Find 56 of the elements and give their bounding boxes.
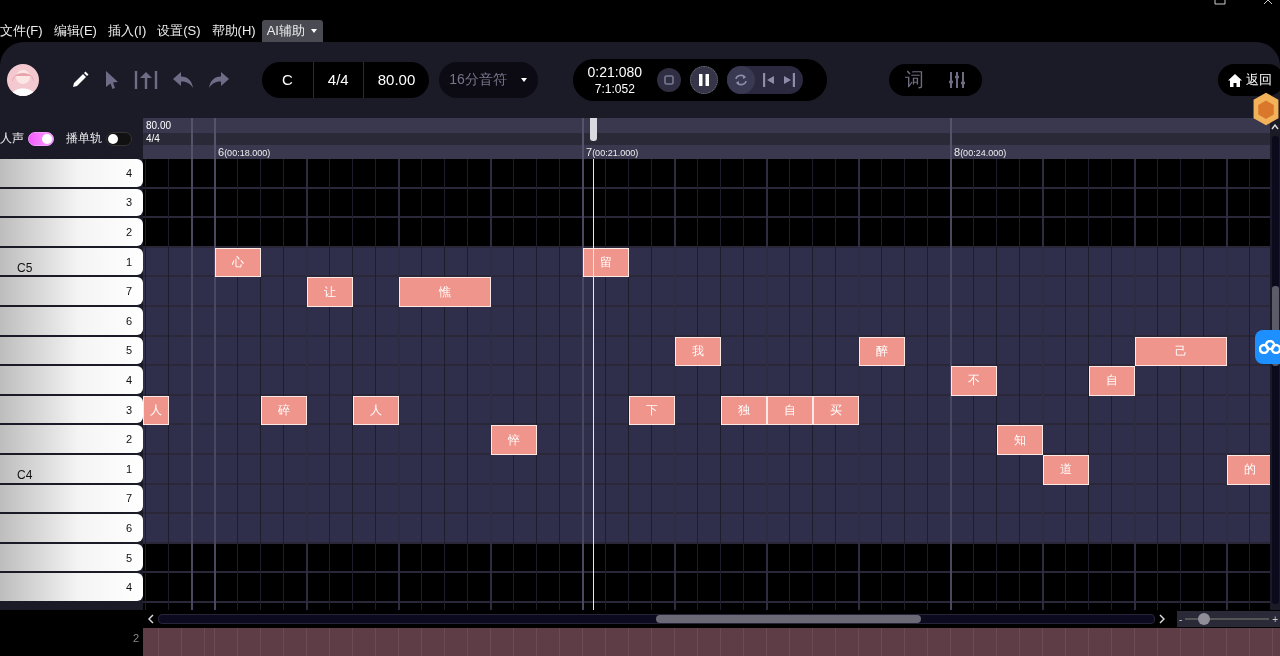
key-label: 6 xyxy=(125,521,132,534)
key-label: 3 xyxy=(125,403,132,416)
key-label: 5 xyxy=(125,551,132,564)
piano-key[interactable]: C4 1 xyxy=(0,454,143,483)
piano-key[interactable]: 5 xyxy=(0,336,143,365)
key-label: 1 xyxy=(125,255,132,268)
measure-label: 6(00:18.000) xyxy=(218,146,271,160)
piano-key[interactable]: 5 xyxy=(0,543,143,572)
key-field[interactable]: C xyxy=(262,62,313,98)
piano-key[interactable]: 4 xyxy=(0,366,143,394)
piano-key[interactable]: 4 xyxy=(0,573,143,601)
key-label: 4 xyxy=(125,581,132,594)
piano-key[interactable]: 3 xyxy=(0,188,143,217)
menu-item[interactable]: 设置(S) xyxy=(152,20,207,42)
toggle-label: 播单轨 xyxy=(66,130,102,147)
piano-key[interactable]: 6 xyxy=(0,306,143,335)
menu-item[interactable]: 帮助(H) xyxy=(206,20,262,42)
time-display: 0:21:080 xyxy=(587,63,643,81)
key-label: 5 xyxy=(125,344,132,357)
piano-key[interactable]: 7 xyxy=(0,484,143,513)
key-label: 4 xyxy=(125,166,132,179)
menu-item[interactable]: 文件(F) xyxy=(0,20,49,42)
snap-dropdown[interactable]: 16分音符 xyxy=(439,62,538,98)
time-signature-marker: 4/4 xyxy=(145,133,161,145)
piano-key[interactable]: 7 xyxy=(0,277,143,305)
key-label: 3 xyxy=(125,196,132,209)
piano-key[interactable]: 3 xyxy=(0,395,143,424)
zoom-out-button[interactable]: - xyxy=(1179,613,1183,625)
key-label: 6 xyxy=(125,314,132,327)
time-signature-field[interactable]: 4/4 xyxy=(312,62,363,98)
key-label: 7 xyxy=(125,285,132,298)
key-label: 4 xyxy=(125,373,132,386)
menu-item[interactable]: AI辅助 xyxy=(261,20,323,42)
piano-key[interactable]: 2 xyxy=(0,425,143,453)
lyrics-button[interactable]: 词 xyxy=(904,67,924,93)
position-display: 7:1:052 xyxy=(594,81,635,97)
home-button[interactable]: 返回 xyxy=(1218,64,1280,96)
measure-label: 7(00:21.000) xyxy=(586,146,639,160)
tempo-marker: 80.00 xyxy=(143,118,1270,133)
track-number: 2 xyxy=(131,631,140,646)
key-label: 7 xyxy=(125,492,132,505)
zoom-in-button[interactable]: + xyxy=(1272,613,1278,625)
piano-key[interactable]: 6 xyxy=(0,514,143,542)
menu-item[interactable]: 插入(I) xyxy=(102,20,153,42)
key-label: 2 xyxy=(125,226,132,238)
key-label: 2 xyxy=(125,433,132,446)
piano-key[interactable]: C5 1 xyxy=(0,247,143,276)
octave-label: C4 xyxy=(17,467,33,482)
toggle-label: 人声 xyxy=(0,130,24,147)
octave-label: C5 xyxy=(17,260,33,275)
menu-item[interactable]: 编辑(E) xyxy=(48,20,103,42)
tempo-field[interactable]: 80.00 xyxy=(362,62,430,98)
piano-key[interactable]: 2 xyxy=(0,218,143,246)
piano-key[interactable]: 4 xyxy=(0,159,143,187)
measure-label: 8(00:24.000) xyxy=(954,146,1007,160)
key-label: 1 xyxy=(125,462,132,475)
